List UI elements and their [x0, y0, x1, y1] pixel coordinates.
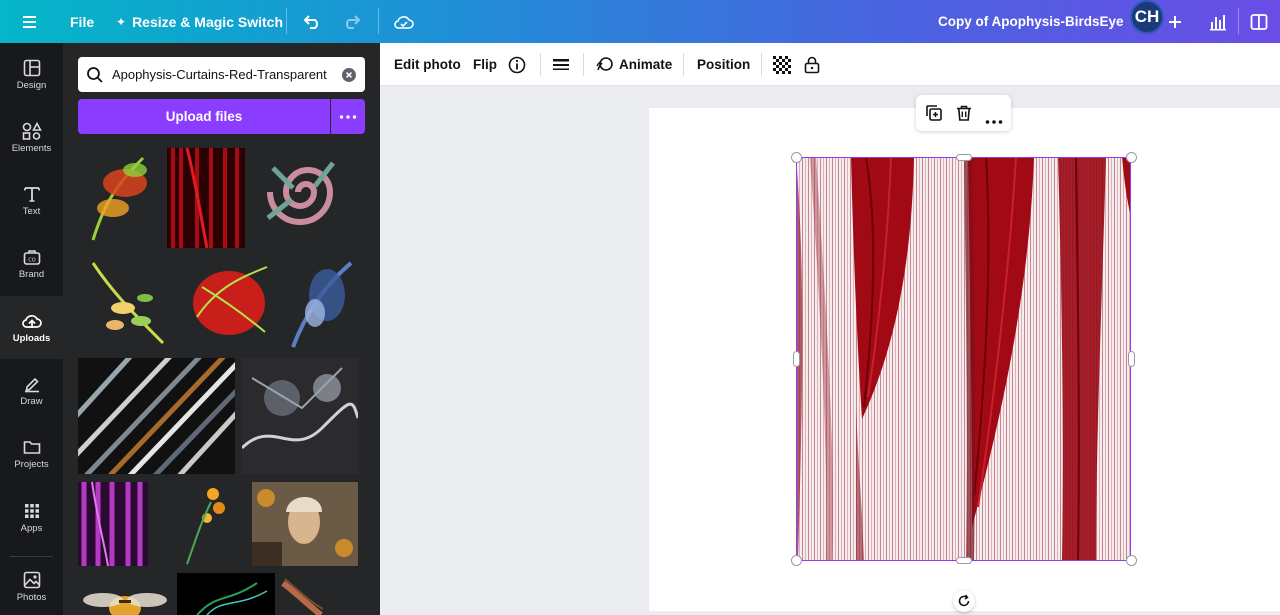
- brand-icon: CO: [23, 249, 40, 265]
- rail-label: Design: [16, 79, 47, 91]
- animate-button[interactable]: Animate: [595, 43, 672, 86]
- more-options-icon[interactable]: [985, 111, 1003, 129]
- upload-thumbnail[interactable]: [177, 573, 275, 615]
- divider: [761, 53, 762, 76]
- undo-icon[interactable]: [302, 0, 322, 43]
- rail-divider: [10, 556, 53, 557]
- divider: [286, 8, 287, 34]
- border-style-icon[interactable]: [552, 43, 570, 86]
- rail-item-photos[interactable]: Photos: [0, 558, 63, 615]
- trash-icon[interactable]: [955, 104, 973, 127]
- rail-label: Brand: [18, 268, 45, 280]
- upload-thumbnail[interactable]: [187, 257, 271, 347]
- upload-files-button[interactable]: Upload files: [78, 99, 330, 134]
- rotate-icon: [958, 594, 970, 607]
- rail-item-brand[interactable]: CO Brand: [0, 232, 63, 295]
- add-collaborator-icon[interactable]: [1168, 0, 1182, 43]
- redo-icon[interactable]: [342, 0, 362, 43]
- upload-more-options-button[interactable]: [331, 99, 365, 134]
- transparency-icon[interactable]: [773, 43, 791, 86]
- rail-item-projects[interactable]: Projects: [0, 422, 63, 485]
- resize-handle-bottom-right[interactable]: [1126, 555, 1137, 566]
- upload-thumbnail[interactable]: [242, 358, 358, 474]
- upload-thumbnail[interactable]: [281, 573, 323, 615]
- search-icon: [87, 66, 103, 83]
- cloud-saved-icon[interactable]: [393, 0, 415, 43]
- rail-item-elements[interactable]: Elements: [0, 106, 63, 169]
- rail-label: Uploads: [12, 332, 51, 344]
- duplicate-icon[interactable]: [925, 104, 943, 127]
- apps-grid-icon: [24, 503, 39, 518]
- search-box[interactable]: [78, 57, 365, 92]
- resize-handle-top-right[interactable]: [1126, 152, 1137, 163]
- divider: [378, 8, 379, 34]
- element-floating-menu: [916, 95, 1011, 131]
- lock-icon[interactable]: [804, 43, 820, 86]
- rail-item-draw[interactable]: Draw: [0, 359, 63, 422]
- resize-handle-top-left[interactable]: [791, 152, 802, 163]
- clear-search-icon[interactable]: [341, 67, 357, 83]
- upload-thumbnail[interactable]: [83, 148, 159, 248]
- rail-label: Draw: [20, 395, 43, 407]
- document-title[interactable]: Copy of Apophysis-BirdsEye: [938, 0, 1124, 43]
- divider: [540, 53, 541, 76]
- upload-thumbnail[interactable]: [285, 255, 357, 351]
- resize-handle-right[interactable]: [1128, 351, 1135, 367]
- file-menu[interactable]: File: [70, 0, 94, 43]
- rotate-handle[interactable]: [953, 590, 975, 612]
- position-button[interactable]: Position: [697, 43, 750, 86]
- rail-item-uploads[interactable]: Uploads: [0, 296, 63, 359]
- photo-icon: [23, 571, 40, 588]
- upload-thumbnail[interactable]: [81, 586, 169, 615]
- upload-thumbnail[interactable]: [78, 482, 148, 566]
- rail-label: Apps: [20, 522, 43, 534]
- rail-item-apps[interactable]: Apps: [0, 486, 63, 549]
- avatar[interactable]: CH: [1130, 0, 1164, 34]
- uploads-panel: Upload files: [63, 43, 380, 615]
- divider: [683, 53, 684, 76]
- menu-icon[interactable]: [22, 0, 40, 43]
- resize-label: Resize & Magic Switch: [132, 13, 283, 30]
- flip-button[interactable]: Flip: [473, 43, 497, 86]
- layout-icon: [23, 59, 40, 76]
- animate-icon: [596, 56, 613, 71]
- left-rail: Design Elements Text CO Brand Uploads Dr…: [0, 43, 63, 615]
- svg-text:CO: CO: [28, 257, 35, 263]
- upload-thumbnail[interactable]: [83, 253, 171, 351]
- resize-handle-left[interactable]: [793, 351, 800, 367]
- rail-label: Photos: [16, 591, 47, 603]
- context-toolbar: Edit photo Flip Animate Position: [380, 43, 1280, 86]
- crown-icon: ✦: [116, 14, 127, 29]
- rail-item-text[interactable]: Text: [0, 169, 63, 232]
- resize-handle-bottom[interactable]: [956, 557, 972, 564]
- insights-chart-icon[interactable]: [1209, 0, 1227, 43]
- resize-button[interactable]: ✦ Resize & Magic Switch: [116, 0, 283, 43]
- upload-thumbnail[interactable]: [252, 482, 358, 566]
- present-icon[interactable]: [1250, 0, 1268, 43]
- upload-thumbnail[interactable]: [78, 358, 235, 474]
- selection-box: [796, 157, 1131, 561]
- top-bar: File ✦ Resize & Magic Switch Copy of Apo…: [0, 0, 1280, 43]
- search-input[interactable]: [111, 67, 336, 82]
- edit-photo-button[interactable]: Edit photo: [394, 43, 461, 86]
- animate-label: Animate: [619, 57, 673, 72]
- divider: [1238, 8, 1239, 34]
- info-icon[interactable]: [508, 43, 526, 86]
- upload-thumbnail[interactable]: [167, 148, 245, 248]
- text-icon: [23, 186, 40, 202]
- rail-label: Text: [22, 205, 41, 217]
- upload-thumbnail[interactable]: [173, 482, 233, 566]
- rail-item-design[interactable]: Design: [0, 43, 63, 106]
- shapes-icon: [22, 121, 42, 140]
- resize-handle-bottom-left[interactable]: [791, 555, 802, 566]
- cloud-upload-icon: [21, 314, 42, 328]
- upload-thumbnail[interactable]: [253, 148, 359, 236]
- folder-icon: [23, 440, 40, 454]
- rail-label: Elements: [11, 142, 52, 154]
- resize-handle-top[interactable]: [956, 154, 972, 161]
- divider: [583, 53, 584, 76]
- more-horizontal-icon: [339, 114, 357, 119]
- pen-icon: [24, 377, 39, 392]
- rail-label: Projects: [14, 458, 49, 470]
